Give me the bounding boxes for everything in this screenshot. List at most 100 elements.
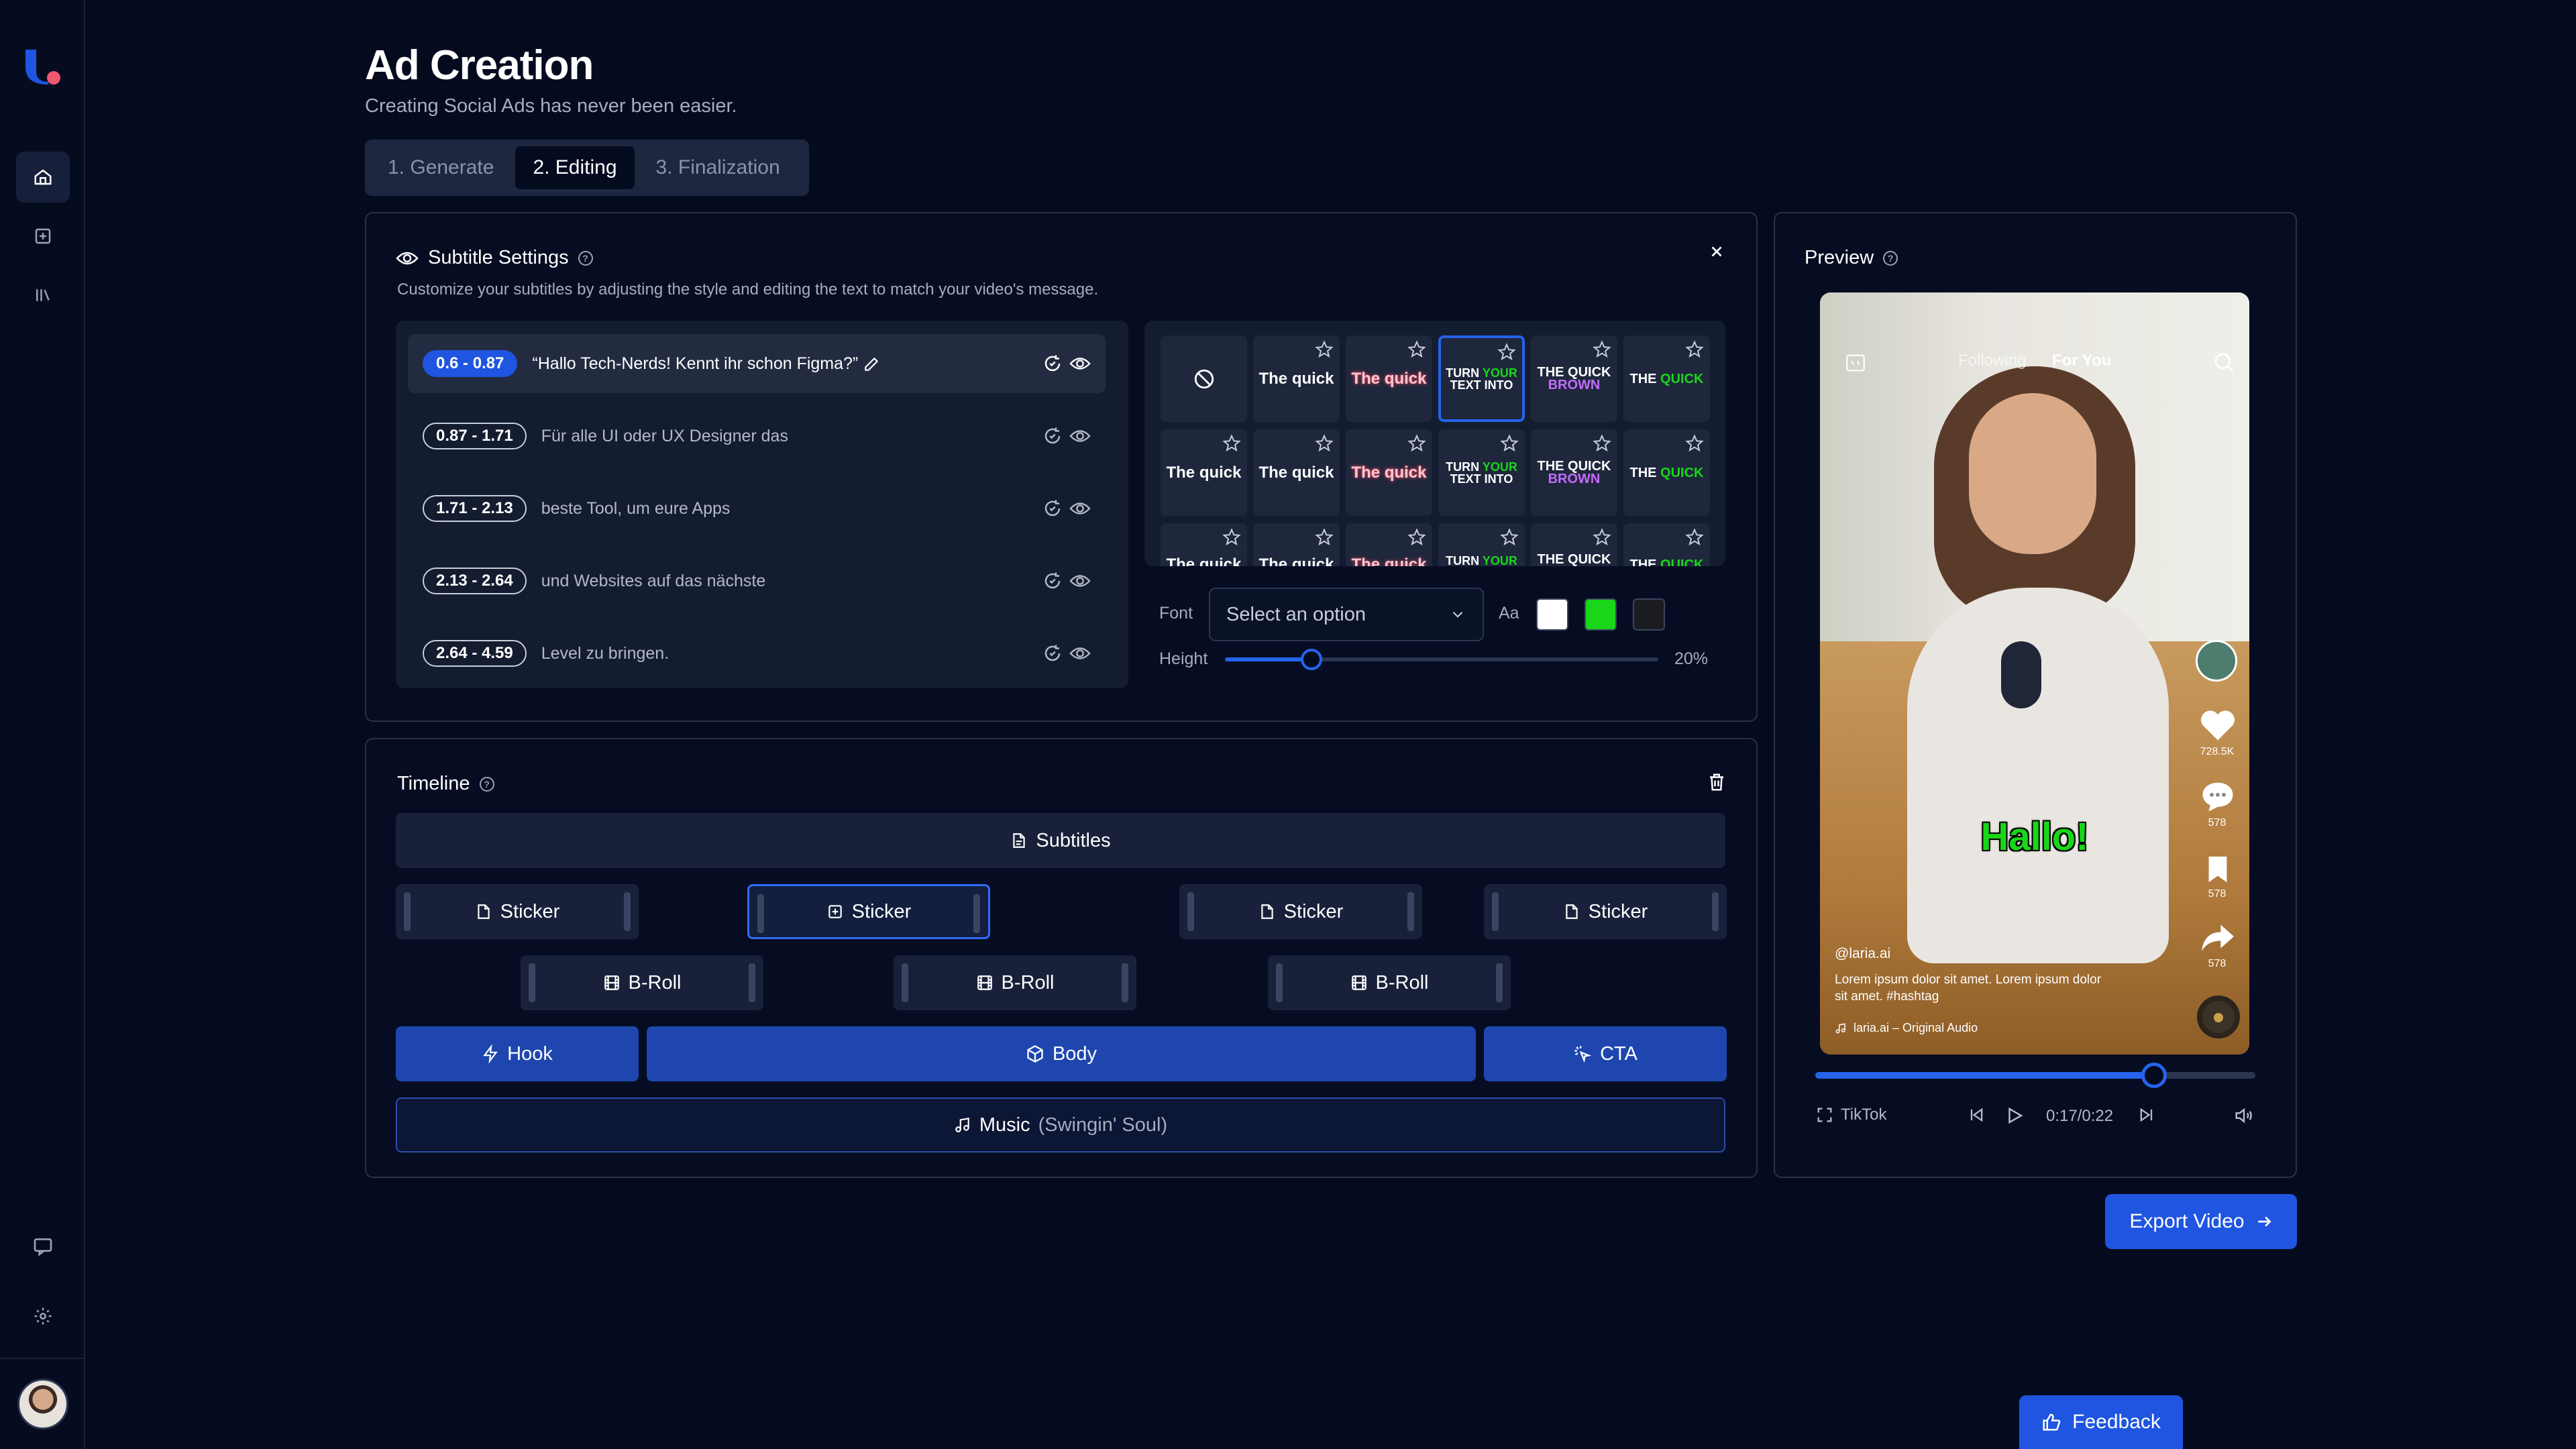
skip-forward-icon[interactable]	[2137, 1106, 2156, 1124]
star-icon[interactable]	[1407, 527, 1427, 547]
style-option[interactable]: THE QUICKBROWN	[1531, 523, 1617, 566]
height-slider-handle[interactable]	[1301, 649, 1323, 670]
skip-back-icon[interactable]	[1967, 1106, 1986, 1124]
clip-handle-left[interactable]	[529, 963, 535, 1002]
style-option[interactable]: THE QUICK	[1623, 429, 1710, 516]
clip-handle-left[interactable]	[1276, 963, 1283, 1002]
share-icon[interactable]	[2200, 920, 2236, 953]
subtitle-row[interactable]: 2.64 - 4.59 Level zu bringen.	[408, 624, 1106, 683]
clip-handle-left[interactable]	[1492, 892, 1499, 931]
subtitle-row[interactable]: 0.6 - 0.87 “Hallo Tech-Nerds! Kennt ihr …	[408, 334, 1106, 393]
star-icon[interactable]	[1222, 433, 1242, 453]
subtitle-text[interactable]: “Hallo Tech-Nerds! Kennt ihr schon Figma…	[532, 354, 1042, 374]
playback-handle[interactable]	[2141, 1063, 2167, 1088]
subtitles-track[interactable]: Subtitles	[396, 813, 1725, 868]
clip-handle-right[interactable]	[749, 963, 755, 1002]
help-icon[interactable]: ?	[1883, 250, 1898, 266]
color-swatch-dark[interactable]	[1633, 598, 1665, 631]
clip-handle-left[interactable]	[757, 894, 764, 933]
star-icon[interactable]	[1407, 339, 1427, 360]
star-icon[interactable]	[1499, 433, 1519, 453]
trash-icon[interactable]	[1707, 771, 1727, 793]
style-none[interactable]	[1161, 335, 1247, 422]
tab-for-you[interactable]: For You	[2052, 352, 2111, 370]
color-swatch-white[interactable]	[1536, 598, 1568, 631]
clip-handle-left[interactable]	[404, 892, 411, 931]
star-icon[interactable]	[1592, 339, 1612, 360]
broll-clip[interactable]: B-Roll	[521, 955, 763, 1010]
gear-icon[interactable]	[16, 1291, 70, 1342]
tab-generate[interactable]: 1. Generate	[370, 146, 511, 189]
sticker-clip[interactable]: Sticker	[1179, 884, 1422, 939]
clip-handle-left[interactable]	[1187, 892, 1194, 931]
visibility-eye-icon[interactable]	[1069, 645, 1091, 661]
cta-segment[interactable]: CTA	[1484, 1026, 1727, 1081]
style-option[interactable]: The quick	[1346, 335, 1432, 422]
broll-clip[interactable]: B-Roll	[1268, 955, 1511, 1010]
music-track[interactable]: Music (Swingin' Soul)	[396, 1097, 1725, 1152]
music-disc-icon[interactable]	[2197, 996, 2240, 1038]
search-icon[interactable]	[2212, 350, 2236, 374]
star-icon[interactable]	[1499, 527, 1519, 547]
regenerate-icon[interactable]	[1042, 643, 1063, 663]
clip-handle-right[interactable]	[1496, 963, 1503, 1002]
style-option[interactable]: The quick	[1253, 335, 1340, 422]
heart-icon[interactable]	[2200, 708, 2236, 742]
play-icon[interactable]	[2004, 1106, 2025, 1126]
chat-icon[interactable]	[16, 1221, 70, 1272]
style-option[interactable]: THE QUICKBROWN	[1531, 335, 1617, 422]
style-option-selected[interactable]: TURN YOUR TEXT INTO	[1438, 335, 1525, 422]
clip-handle-right[interactable]	[624, 892, 631, 931]
regenerate-icon[interactable]	[1042, 354, 1063, 374]
text-case-toggle[interactable]: Aa	[1499, 604, 1519, 623]
visibility-eye-icon[interactable]	[1069, 573, 1091, 589]
visibility-eye-icon[interactable]	[1069, 356, 1091, 372]
star-icon[interactable]	[1314, 339, 1334, 360]
regenerate-icon[interactable]	[1042, 498, 1063, 519]
star-icon[interactable]	[1314, 527, 1334, 547]
comment-icon[interactable]	[2200, 780, 2236, 813]
style-option[interactable]: THE QUICKBROWN	[1531, 429, 1617, 516]
broll-clip[interactable]: B-Roll	[894, 955, 1136, 1010]
star-icon[interactable]	[1684, 339, 1705, 360]
creator-handle[interactable]: @laria.ai	[1835, 946, 1890, 962]
regenerate-icon[interactable]	[1042, 426, 1063, 446]
home-icon[interactable]	[16, 152, 70, 203]
clip-handle-right[interactable]	[1407, 892, 1414, 931]
subtitle-text[interactable]: Level zu bringen.	[541, 644, 1042, 663]
star-icon[interactable]	[1684, 527, 1705, 547]
style-option[interactable]: The quick	[1346, 523, 1432, 566]
star-icon[interactable]	[1497, 342, 1517, 362]
star-icon[interactable]	[1592, 433, 1612, 453]
creator-avatar[interactable]	[2196, 640, 2237, 682]
subtitle-row[interactable]: 1.71 - 2.13 beste Tool, um eure Apps	[408, 479, 1106, 538]
add-square-icon[interactable]	[16, 211, 70, 262]
pencil-icon[interactable]	[863, 356, 880, 373]
style-option[interactable]: THE QUICK	[1623, 335, 1710, 422]
clip-handle-right[interactable]	[1122, 963, 1128, 1002]
body-segment[interactable]: Body	[647, 1026, 1476, 1081]
style-option[interactable]: The quick	[1346, 429, 1432, 516]
close-icon[interactable]	[1708, 243, 1725, 260]
color-swatch-green[interactable]	[1585, 598, 1617, 631]
star-icon[interactable]	[1592, 527, 1612, 547]
clip-handle-left[interactable]	[902, 963, 908, 1002]
visibility-eye-icon[interactable]	[1069, 500, 1091, 517]
style-option[interactable]: The quick	[1161, 429, 1247, 516]
volume-icon[interactable]	[2234, 1106, 2254, 1126]
playback-scrubber[interactable]	[1815, 1063, 2255, 1088]
sticker-clip[interactable]: Sticker	[1484, 884, 1727, 939]
help-icon[interactable]: ?	[578, 250, 593, 266]
video-preview[interactable]: Following For You 728.5K 578 578 578 Hal…	[1820, 292, 2249, 1055]
clip-handle-right[interactable]	[973, 894, 980, 933]
tab-following[interactable]: Following	[1958, 352, 2026, 370]
platform-selector[interactable]: TikTok	[1815, 1106, 1886, 1124]
avatar[interactable]	[17, 1379, 68, 1430]
library-icon[interactable]	[16, 270, 70, 321]
subtitle-text[interactable]: Für alle UI oder UX Designer das	[541, 427, 1042, 446]
style-option[interactable]: The quick	[1253, 523, 1340, 566]
sticker-clip-selected[interactable]: Sticker	[747, 884, 990, 939]
tab-finalization[interactable]: 3. Finalization	[639, 146, 798, 189]
hook-segment[interactable]: Hook	[396, 1026, 639, 1081]
style-option[interactable]: TURN YOURTEXT INTO	[1438, 523, 1525, 566]
